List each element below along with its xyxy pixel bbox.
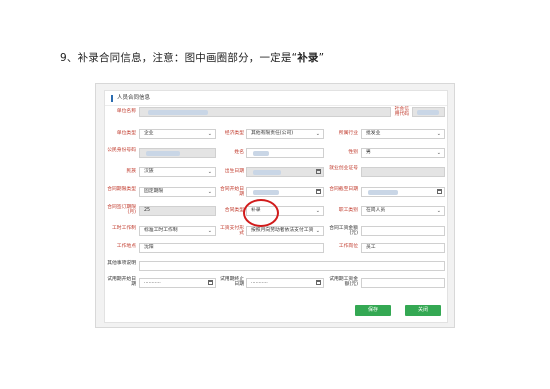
contract-start-label: 合同开始日期 — [220, 187, 244, 198]
redacted-mark — [146, 151, 180, 156]
wage-form-value: 按照月向劳动者依法支付工资 — [251, 228, 314, 233]
chevron-down-icon: ⌄ — [436, 131, 441, 137]
gender-label: 性别 — [348, 150, 358, 155]
calendar-icon — [208, 280, 213, 285]
other-items-field[interactable] — [139, 261, 445, 271]
contract-info-panel: 人员合同信息 单位名称 社会信用代码 单位类型 企业 ⌄ 经济类型 其他有限责任(… — [104, 90, 448, 323]
probation-end-field[interactable]: ........... — [246, 278, 324, 288]
industry-select[interactable]: 批发业 ⌄ — [361, 129, 445, 139]
job-category-label: 职工类别 — [338, 208, 358, 213]
industry-label: 所属行业 — [338, 131, 358, 136]
ethnicity-label: 民族 — [126, 169, 136, 174]
chevron-down-icon: ⌄ — [207, 189, 212, 195]
contract-end-field[interactable] — [361, 187, 445, 197]
chevron-down-icon: ⌄ — [207, 169, 212, 175]
gender-select[interactable]: 男 ⌄ — [361, 148, 445, 158]
probation-wage-field[interactable] — [361, 278, 445, 288]
contract-term-value: 固定期限 — [144, 189, 164, 194]
name-field[interactable] — [246, 148, 324, 158]
employ-cert-field — [361, 167, 445, 177]
unit-type-value: 企业 — [144, 131, 154, 136]
wage-amount-label: 合同工资金额(元) — [329, 226, 358, 237]
panel-divider — [105, 105, 447, 106]
redacted-mark — [417, 110, 439, 115]
contract-months-label: 合同签订期限(月) — [107, 205, 136, 216]
birth-date-label: 出生日期 — [224, 169, 244, 174]
credit-code-field — [412, 107, 445, 117]
contract-months-value: 25 — [144, 208, 151, 213]
work-place-label: 工作地点 — [116, 244, 136, 249]
instruction-heading: 9、补录合同信息，注意：图中画圈部分，一定是“补录” — [60, 50, 324, 65]
probation-start-label: 试用期开始日期 — [107, 277, 136, 288]
econ-type-value: 其他有限责任(公司) — [251, 131, 294, 136]
close-button[interactable]: 关闭 — [405, 305, 441, 316]
work-system-value: 标准工时工作制 — [144, 228, 178, 233]
contract-start-field[interactable] — [246, 187, 324, 197]
id-number-field — [139, 148, 216, 158]
heading-suffix: ” — [318, 52, 325, 64]
work-system-label: 工时工作制 — [112, 226, 136, 231]
wage-form-label: 工资支付形式 — [220, 226, 244, 237]
chevron-down-icon: ⌄ — [207, 131, 212, 137]
calendar-icon — [437, 189, 442, 194]
work-place-value: 沈阳 — [144, 245, 154, 250]
calendar-icon — [316, 169, 321, 174]
heading-prefix: 9、补录合同信息，注意：图中画圈部分，一定是“ — [60, 52, 298, 64]
redacted-mark — [148, 110, 208, 115]
panel-title: 人员合同信息 — [111, 95, 150, 102]
heading-bold: 补录 — [297, 52, 319, 64]
chevron-down-icon: ⌄ — [436, 208, 441, 214]
form-screenshot: 人员合同信息 单位名称 社会信用代码 单位类型 企业 ⌄ 经济类型 其他有限责任(… — [95, 83, 455, 328]
probation-start-placeholder: ........... — [144, 280, 161, 285]
contract-end-label: 合同截至日期 — [329, 187, 358, 192]
unit-type-select[interactable]: 企业 ⌄ — [139, 129, 216, 139]
highlight-circle — [243, 199, 279, 227]
chevron-down-icon: ⌄ — [315, 131, 320, 137]
unit-type-label: 单位类型 — [116, 131, 136, 136]
job-category-value: 在岗人员 — [366, 208, 386, 213]
probation-wage-label: 试用期工资金额(元) — [329, 277, 358, 288]
chevron-down-icon: ⌄ — [315, 228, 320, 234]
probation-end-placeholder: ........... — [251, 280, 268, 285]
birth-date-field — [246, 167, 324, 177]
name-label: 姓名 — [234, 150, 244, 155]
work-system-select[interactable]: 标准工时工作制 ⌄ — [139, 226, 216, 236]
unit-name-field — [139, 107, 391, 117]
redacted-mark — [253, 190, 279, 195]
ethnicity-value: 汉族 — [144, 169, 154, 174]
econ-type-select[interactable]: 其他有限责任(公司) ⌄ — [246, 129, 324, 139]
other-items-label: 其他事项说明 — [107, 261, 136, 266]
chevron-down-icon: ⌄ — [315, 208, 320, 214]
redacted-mark — [368, 190, 398, 195]
redacted-mark — [253, 170, 281, 175]
wage-amount-field[interactable] — [361, 226, 445, 236]
job-post-label: 工作岗位 — [338, 244, 358, 249]
job-category-select[interactable]: 在岗人员 ⌄ — [361, 206, 445, 216]
industry-value: 批发业 — [366, 131, 381, 136]
id-number-label: 公民身份号码 — [107, 148, 136, 153]
calendar-icon — [316, 280, 321, 285]
probation-start-field[interactable]: ........... — [139, 278, 216, 288]
credit-code-label: 社会信用代码 — [394, 107, 409, 118]
contract-term-label: 合同期限类型 — [107, 187, 136, 192]
wage-form-select[interactable]: 按照月向劳动者依法支付工资 ⌄ — [246, 226, 324, 236]
calendar-icon — [316, 189, 321, 194]
contract-type-label: 合同类型 — [224, 208, 244, 213]
job-post-value: 员工 — [366, 245, 376, 250]
chevron-down-icon: ⌄ — [207, 228, 212, 234]
job-post-field[interactable]: 员工 — [361, 243, 445, 253]
unit-name-label: 单位名称 — [116, 109, 136, 114]
save-button[interactable]: 保存 — [355, 305, 391, 316]
redacted-mark — [253, 151, 269, 156]
gender-value: 男 — [366, 150, 371, 155]
probation-end-label: 试用期终止日期 — [220, 277, 244, 288]
chevron-down-icon: ⌄ — [436, 150, 441, 156]
contract-term-select[interactable]: 固定期限 ⌄ — [139, 187, 216, 197]
employ-cert-label: 就业创业证号 — [329, 166, 358, 171]
contract-months-field: 25 — [139, 206, 216, 216]
econ-type-label: 经济类型 — [224, 131, 244, 136]
work-place-field[interactable]: 沈阳 — [139, 243, 324, 253]
ethnicity-select[interactable]: 汉族 ⌄ — [139, 167, 216, 177]
